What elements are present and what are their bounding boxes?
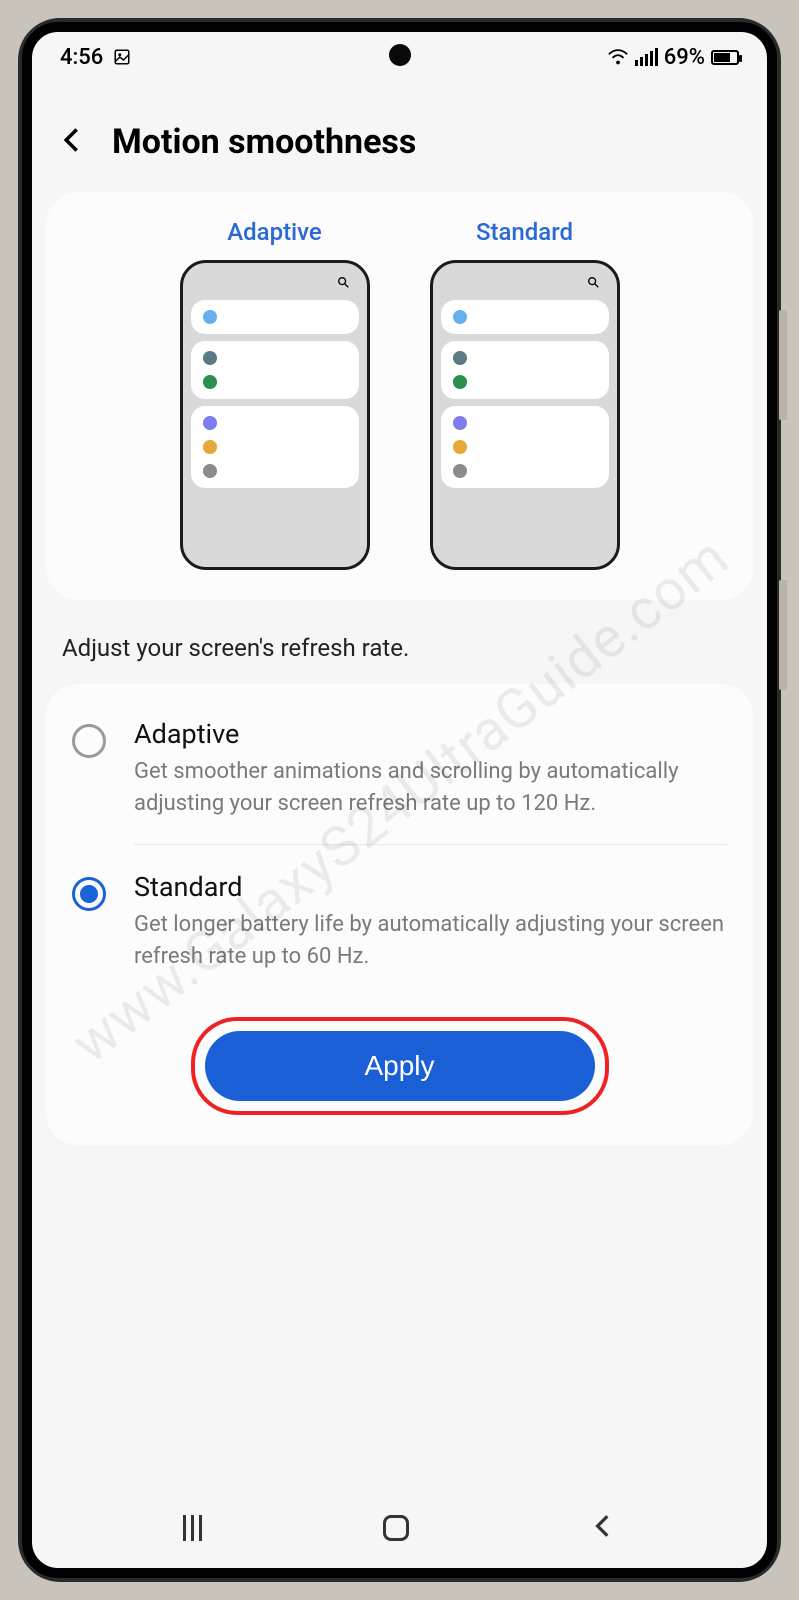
header: Motion smoothness — [32, 82, 767, 192]
radio-adaptive[interactable] — [72, 724, 106, 758]
preview-standard-label: Standard — [476, 218, 573, 246]
nav-bar — [32, 1498, 767, 1558]
preview-adaptive-thumb — [180, 260, 370, 570]
screen: www.GalaxyS24UltraGuide.com 4:56 69% Mot… — [22, 22, 777, 1578]
apply-button[interactable]: Apply — [205, 1031, 595, 1101]
page-title: Motion smoothness — [112, 122, 416, 162]
power-button — [779, 580, 787, 690]
back-icon[interactable] — [58, 126, 86, 158]
nav-home[interactable] — [383, 1515, 409, 1541]
wifi-icon — [607, 48, 629, 66]
battery-percent: 69% — [664, 45, 705, 70]
status-time: 4:56 — [60, 45, 103, 70]
battery-icon — [711, 50, 739, 65]
preview-standard-thumb — [430, 260, 620, 570]
volume-button — [779, 310, 787, 420]
nav-back[interactable] — [590, 1513, 616, 1543]
device-frame: www.GalaxyS24UltraGuide.com 4:56 69% Mot… — [0, 0, 799, 1600]
screenshot-icon — [113, 48, 131, 66]
option-adaptive[interactable]: Adaptive Get smoother animations and scr… — [72, 692, 727, 844]
search-icon — [338, 277, 349, 288]
option-standard[interactable]: Standard Get longer battery life by auto… — [72, 845, 727, 997]
option-standard-title: Standard — [134, 871, 727, 903]
nav-recent[interactable] — [183, 1515, 202, 1541]
options-card: Adaptive Get smoother animations and scr… — [46, 684, 753, 1145]
section-description: Adjust your screen's refresh rate. — [32, 600, 767, 684]
signal-icon — [635, 48, 658, 66]
apply-highlight: Apply — [191, 1017, 609, 1115]
radio-standard[interactable] — [72, 877, 106, 911]
preview-adaptive[interactable]: Adaptive — [180, 218, 370, 570]
front-camera — [389, 44, 411, 66]
option-standard-desc: Get longer battery life by automatically… — [134, 909, 727, 973]
preview-standard[interactable]: Standard — [430, 218, 620, 570]
search-icon — [588, 277, 599, 288]
preview-adaptive-label: Adaptive — [227, 218, 322, 246]
option-adaptive-desc: Get smoother animations and scrolling by… — [134, 756, 727, 820]
option-adaptive-title: Adaptive — [134, 718, 727, 750]
preview-card: Adaptive Standard — [46, 192, 753, 600]
